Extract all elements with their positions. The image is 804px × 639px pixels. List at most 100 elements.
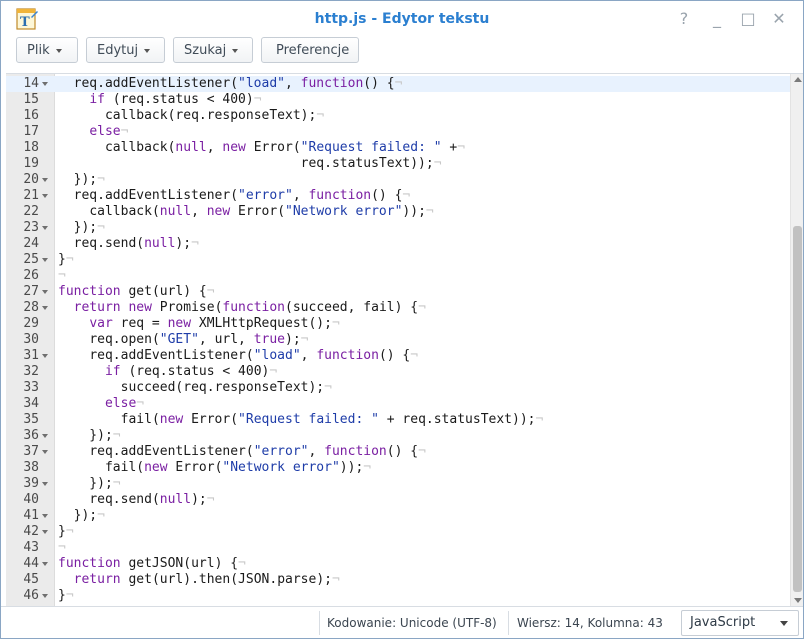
maximize-icon[interactable]: □ [738, 9, 758, 29]
code-line[interactable]: 29 var req = new XMLHttpRequest();¬ [6, 316, 790, 332]
code-token: } [58, 588, 66, 603]
code-line[interactable]: 42}¬ [6, 524, 790, 540]
fold-toggle-icon[interactable] [42, 82, 48, 86]
code-line[interactable]: 23 });¬ [6, 220, 790, 236]
scroll-down-icon[interactable] [794, 598, 802, 603]
code-line[interactable]: 31 req.addEventListener("load", function… [6, 348, 790, 364]
fold-toggle-icon[interactable] [42, 194, 48, 198]
fold-toggle-icon[interactable] [42, 178, 48, 182]
code-line[interactable]: 43 ¬ [6, 540, 790, 556]
code-line[interactable]: 35 fail(new Error("Request failed: " + r… [6, 412, 790, 428]
minimize-icon[interactable]: _ [707, 9, 727, 29]
code-token: , [308, 444, 325, 459]
close-icon[interactable]: ✕ [769, 9, 789, 29]
code-token: + [378, 412, 403, 427]
code-text: req.addEventListener("error", function()… [58, 188, 411, 204]
code-token: Error [253, 140, 293, 155]
keyword-token: function [58, 556, 121, 571]
code-token: fail [363, 300, 395, 315]
code-line[interactable]: 46}¬ [6, 588, 790, 604]
code-line[interactable]: 32 if (req.status < 400)¬ [6, 364, 790, 380]
edit-menu-button[interactable]: Edytuj [86, 37, 165, 63]
line-number: 14 [23, 76, 39, 91]
code-line[interactable]: 40 req.send(null);¬ [6, 492, 790, 508]
fold-toggle-icon[interactable] [42, 354, 48, 358]
code-token: ( [151, 284, 160, 299]
code-line[interactable]: 44 function getJSON(url) {¬ [6, 556, 790, 572]
code-line[interactable]: 38 fail(new Error("Network error"));¬ [6, 460, 790, 476]
fold-toggle-icon[interactable] [42, 258, 48, 262]
code-token: get [128, 572, 152, 587]
fold-toggle-icon[interactable] [42, 450, 48, 454]
code-line[interactable]: 18 callback(null, new Error("Request fai… [6, 140, 790, 156]
code-token: Error [238, 204, 278, 219]
fold-toggle-icon[interactable] [42, 290, 48, 294]
fold-toggle-icon[interactable] [42, 306, 48, 310]
code-line[interactable]: 19 req.statusText));¬ [6, 156, 790, 172]
fold-toggle-icon[interactable] [42, 482, 48, 486]
preferences-button[interactable]: Preferencje [261, 37, 359, 63]
fold-toggle-icon[interactable] [42, 562, 48, 566]
code-token: ( [230, 572, 239, 587]
code-token: req [300, 156, 325, 171]
code-editor[interactable]: 14 req.addEventListener("load", function… [6, 73, 803, 606]
chevron-down-icon [780, 621, 788, 626]
code-line[interactable]: 26 ¬ [6, 268, 790, 284]
file-menu-button[interactable]: Plik [16, 37, 78, 63]
code-line[interactable]: 22 callback(null, new Error("Network err… [6, 204, 790, 220]
code-line[interactable]: 28 return new Promise(function(succeed, … [6, 300, 790, 316]
end-of-line-marker: ¬ [331, 316, 340, 331]
code-lines[interactable]: 14 req.addEventListener("load", function… [6, 76, 790, 604]
code-token: () { [386, 444, 419, 459]
scrollbar-thumb[interactable] [793, 226, 802, 592]
scroll-up-icon[interactable] [794, 77, 802, 82]
end-of-line-marker: ¬ [58, 268, 66, 283]
code-token: open [120, 332, 152, 347]
fold-toggle-icon[interactable] [42, 434, 48, 438]
end-of-line-marker: ¬ [58, 540, 66, 555]
code-line[interactable]: 20 });¬ [6, 172, 790, 188]
code-line[interactable]: 39 });¬ [6, 476, 790, 492]
code-token: ( [151, 412, 160, 427]
status-divider [319, 611, 320, 635]
code-line[interactable]: 25}¬ [6, 252, 790, 268]
code-line[interactable]: 33 succeed(req.responseText);¬ [6, 380, 790, 396]
code-line[interactable]: 34 else¬ [6, 396, 790, 412]
fold-toggle-icon[interactable] [42, 594, 48, 598]
code-line[interactable]: 15 if (req.status < 400)¬ [6, 92, 790, 108]
code-line[interactable]: 45 return get(url).then(JSON.parse);¬ [6, 572, 790, 588]
line-number: 46 [23, 588, 39, 603]
fold-toggle-icon[interactable] [42, 226, 48, 230]
code-token: . [112, 348, 121, 363]
code-text: req.open("GET", url, true);¬ [58, 332, 308, 348]
line-number: 27 [23, 284, 39, 299]
code-line[interactable]: 30 req.open("GET", url, true);¬ [6, 332, 790, 348]
end-of-line-marker: ¬ [418, 300, 426, 315]
code-token: ( [183, 556, 192, 571]
code-token: ); [316, 572, 332, 587]
code-token: addEventListener [120, 444, 246, 459]
fold-toggle-icon[interactable] [42, 514, 48, 518]
language-select[interactable]: JavaScript [681, 610, 799, 636]
code-line[interactable]: 27 function get(url) {¬ [6, 284, 790, 300]
search-menu-button[interactable]: Szukaj [173, 37, 253, 63]
fold-toggle-icon[interactable] [42, 530, 48, 534]
code-line[interactable]: 24 req.send(null);¬ [6, 236, 790, 252]
line-number: 18 [23, 140, 39, 155]
code-line[interactable]: 41 });¬ [6, 508, 790, 524]
vertical-scrollbar[interactable] [790, 74, 803, 606]
code-line[interactable]: 14 req.addEventListener("load", function… [6, 76, 790, 92]
code-line[interactable]: 17 else¬ [6, 124, 790, 140]
line-number: 34 [23, 396, 39, 411]
code-line[interactable]: 21 req.addEventListener("error", functio… [6, 188, 790, 204]
code-line[interactable]: 37 req.addEventListener("error", functio… [6, 444, 790, 460]
line-number: 26 [23, 268, 39, 283]
code-line[interactable]: 36 });¬ [6, 428, 790, 444]
help-icon[interactable]: ? [674, 9, 694, 29]
end-of-line-marker: ¬ [65, 524, 74, 539]
code-line[interactable]: 16 callback(req.responseText);¬ [6, 108, 790, 124]
end-of-line-marker: ¬ [425, 204, 434, 219]
